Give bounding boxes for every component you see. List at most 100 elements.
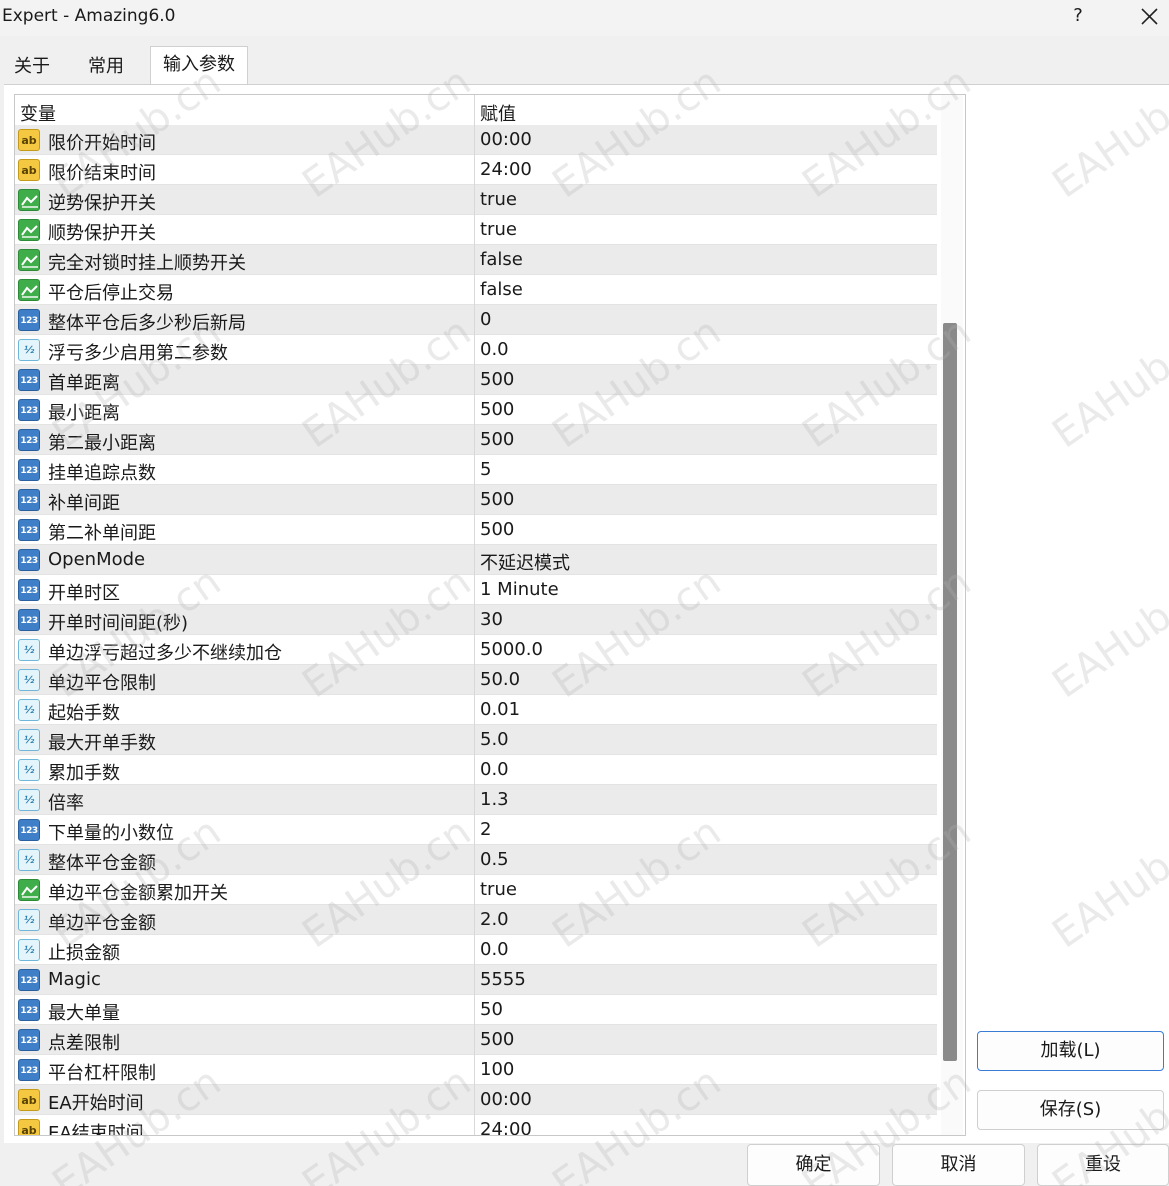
table-row[interactable]: ½ 起始手数 0.01 (15, 695, 937, 725)
table-row[interactable]: ½ 最大开单手数 5.0 (15, 725, 937, 755)
table-row[interactable]: 123 整体平仓后多少秒后新局 0 (15, 305, 937, 335)
load-button[interactable]: 加载(L) (977, 1031, 1164, 1071)
header-variable[interactable]: 变量 (20, 100, 56, 126)
close-button[interactable] (1134, 2, 1164, 32)
parameter-value[interactable]: false (480, 249, 523, 270)
help-button[interactable]: ? (1064, 3, 1092, 31)
boolean-icon (18, 279, 40, 301)
table-row[interactable]: 平仓后停止交易 false (15, 275, 937, 305)
table-row[interactable]: ½ 累加手数 0.0 (15, 755, 937, 785)
table-row[interactable]: ab EA结束时间 24:00 (15, 1115, 937, 1135)
parameter-value[interactable]: 不延迟模式 (480, 549, 570, 575)
table-row[interactable]: ½ 单边浮亏超过多少不继续加仓 5000.0 (15, 635, 937, 665)
table-row[interactable]: 123 Magic 5555 (15, 965, 937, 995)
ok-button[interactable]: 确定 (747, 1144, 880, 1186)
save-button[interactable]: 保存(S) (977, 1090, 1164, 1130)
parameter-value[interactable]: 5 (480, 459, 491, 480)
title-bar: Expert - Amazing6.0 ? (0, 0, 1169, 36)
cancel-button[interactable]: 取消 (892, 1144, 1025, 1186)
table-row[interactable]: 123 第二补单间距 500 (15, 515, 937, 545)
integer-icon: 123 (18, 1029, 40, 1051)
table-row[interactable]: ab 限价结束时间 24:00 (15, 155, 937, 185)
parameter-value[interactable]: 0.0 (480, 939, 509, 960)
tab-about[interactable]: 关于 (2, 50, 74, 84)
parameter-value[interactable]: false (480, 279, 523, 300)
integer-icon: 123 (18, 519, 40, 541)
table-row[interactable]: ½ 单边平仓金额 2.0 (15, 905, 937, 935)
table-row[interactable]: ab EA开始时间 00:00 (15, 1085, 937, 1115)
table-row[interactable]: 123 点差限制 500 (15, 1025, 937, 1055)
table-row[interactable]: 顺势保护开关 true (15, 215, 937, 245)
parameter-value[interactable]: 500 (480, 1029, 514, 1050)
parameter-value[interactable]: 500 (480, 429, 514, 450)
table-row[interactable]: ½ 止损金额 0.0 (15, 935, 937, 965)
reset-button[interactable]: 重设 (1037, 1144, 1169, 1186)
table-row[interactable]: 123 OpenMode 不延迟模式 (15, 545, 937, 575)
table-row[interactable]: 123 首单距离 500 (15, 365, 937, 395)
parameter-value[interactable]: 2 (480, 819, 491, 840)
parameter-value[interactable]: 500 (480, 519, 514, 540)
table-row[interactable]: 123 挂单追踪点数 5 (15, 455, 937, 485)
table-row[interactable]: ab 限价开始时间 00:00 (15, 125, 937, 155)
table-row[interactable]: ½ 整体平仓金额 0.5 (15, 845, 937, 875)
parameter-name: 起始手数 (48, 703, 120, 724)
parameter-value[interactable]: 500 (480, 399, 514, 420)
parameter-value[interactable]: 50.0 (480, 669, 520, 690)
double-icon: ½ (18, 849, 40, 871)
table-row[interactable]: 单边平仓金额累加开关 true (15, 875, 937, 905)
table-row[interactable]: ½ 浮亏多少启用第二参数 0.0 (15, 335, 937, 365)
parameter-value[interactable]: 0.01 (480, 699, 520, 720)
table-row[interactable]: 123 补单间距 500 (15, 485, 937, 515)
parameter-value[interactable]: true (480, 879, 517, 900)
parameter-name: 单边平仓金额累加开关 (48, 883, 228, 904)
table-row[interactable]: ½ 单边平仓限制 50.0 (15, 665, 937, 695)
parameter-name: 点差限制 (48, 1033, 120, 1054)
parameter-value[interactable]: 5555 (480, 969, 526, 990)
parameter-value[interactable]: 0.0 (480, 339, 509, 360)
double-icon: ½ (18, 339, 40, 361)
table-row[interactable]: 123 第二最小距离 500 (15, 425, 937, 455)
double-icon: ½ (18, 639, 40, 661)
parameter-value[interactable]: 2.0 (480, 909, 509, 930)
header-value[interactable]: 赋值 (480, 100, 516, 126)
parameter-name: 累加手数 (48, 763, 120, 784)
parameters-grid[interactable]: 变量 赋值 ab 限价开始时间 00:00 ab 限价结束时间 24:00 逆势保护开关 tr… (14, 94, 966, 1136)
table-row[interactable]: 123 开单时区 1 Minute (15, 575, 937, 605)
parameter-value[interactable]: 1.3 (480, 789, 509, 810)
parameter-value[interactable]: 500 (480, 369, 514, 390)
parameter-value[interactable]: 1 Minute (480, 579, 559, 600)
integer-icon: 123 (18, 369, 40, 391)
parameter-value[interactable]: 24:00 (480, 1119, 532, 1135)
table-row[interactable]: ½ 倍率 1.3 (15, 785, 937, 815)
parameter-name: 止损金额 (48, 943, 120, 964)
tab-common[interactable]: 常用 (76, 50, 148, 84)
tab-inputs[interactable]: 输入参数 (150, 46, 248, 85)
parameter-value[interactable]: 00:00 (480, 1089, 532, 1110)
table-row[interactable]: 逆势保护开关 true (15, 185, 937, 215)
parameter-value[interactable]: 0 (480, 309, 491, 330)
table-row[interactable]: 123 平台杠杆限制 100 (15, 1055, 937, 1085)
table-row[interactable]: 123 下单量的小数位 2 (15, 815, 937, 845)
integer-icon: 123 (18, 1059, 40, 1081)
parameter-value[interactable]: true (480, 219, 517, 240)
column-divider[interactable] (474, 95, 475, 1135)
table-row[interactable]: 完全对锁时挂上顺势开关 false (15, 245, 937, 275)
parameter-value[interactable]: 50 (480, 999, 503, 1020)
table-row[interactable]: 123 最小距离 500 (15, 395, 937, 425)
parameter-value[interactable]: 500 (480, 489, 514, 510)
table-row[interactable]: 123 开单时间间距(秒) 30 (15, 605, 937, 635)
parameter-name: Magic (48, 969, 101, 990)
parameter-value[interactable]: 00:00 (480, 129, 532, 150)
parameter-value[interactable]: true (480, 189, 517, 210)
parameter-value[interactable]: 100 (480, 1059, 514, 1080)
parameter-value[interactable]: 24:00 (480, 159, 532, 180)
parameter-name: OpenMode (48, 549, 146, 570)
grid-header: 变量 赋值 (15, 95, 937, 125)
parameter-value[interactable]: 0.5 (480, 849, 509, 870)
parameter-value[interactable]: 30 (480, 609, 503, 630)
scrollbar-thumb[interactable] (943, 323, 957, 1061)
parameter-value[interactable]: 5000.0 (480, 639, 543, 660)
parameter-value[interactable]: 5.0 (480, 729, 509, 750)
table-row[interactable]: 123 最大单量 50 (15, 995, 937, 1025)
parameter-value[interactable]: 0.0 (480, 759, 509, 780)
